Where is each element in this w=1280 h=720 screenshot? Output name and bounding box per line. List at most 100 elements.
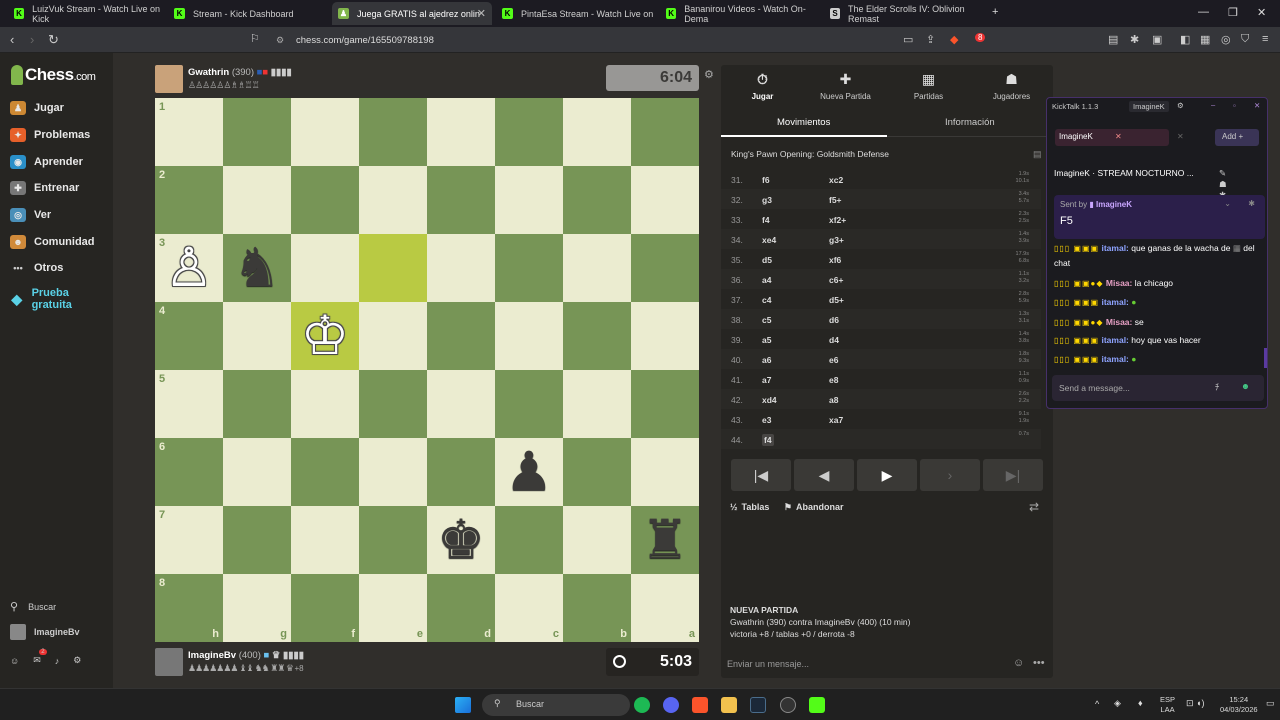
avatar[interactable] xyxy=(155,65,183,93)
steam-icon[interactable] xyxy=(750,697,766,713)
brave-shield-icon[interactable]: ◆ xyxy=(950,33,958,46)
sidebar-item-aprender[interactable]: ◉ Aprender xyxy=(10,155,83,169)
board-square[interactable] xyxy=(631,98,699,166)
avatar[interactable] xyxy=(155,648,183,676)
board-square[interactable] xyxy=(291,506,359,574)
board-square[interactable] xyxy=(359,370,427,438)
black-move[interactable]: a8 xyxy=(829,395,838,405)
board-square[interactable]: b xyxy=(563,574,631,642)
player-name[interactable]: ImagineBv xyxy=(188,650,236,661)
sidebar-toggle-icon[interactable]: ◧ xyxy=(1180,33,1190,46)
black-move[interactable]: xa7 xyxy=(829,415,843,425)
board-square[interactable] xyxy=(495,302,563,370)
white-move[interactable]: f4 xyxy=(762,215,770,225)
extension-icon[interactable]: ▤ xyxy=(1108,33,1118,46)
flip-board-icon[interactable]: ⇄ xyxy=(1029,500,1039,514)
clock[interactable]: 15:24 04/03/2026 xyxy=(1220,695,1258,715)
maximize-icon[interactable]: ❐ xyxy=(1228,6,1238,19)
vpn-icon[interactable]: ◎ xyxy=(1221,33,1231,46)
board-square[interactable]: ♞ xyxy=(223,234,291,302)
browser-tab-active[interactable]: ♟ Juega GRATIS al ajedrez onlin ✕ xyxy=(332,2,492,25)
sidebar-item-entrenar[interactable]: ✚ Entrenar xyxy=(10,181,79,195)
black-move[interactable]: e6 xyxy=(829,355,838,365)
board-square[interactable] xyxy=(223,166,291,234)
tab-informacion[interactable]: Información xyxy=(945,117,995,128)
tab-jugar[interactable]: ⏱ Jugar xyxy=(721,71,804,101)
screenshot-icon[interactable]: ▭ xyxy=(903,33,913,46)
black-move[interactable]: e8 xyxy=(829,375,838,385)
site-info-icon[interactable]: ⚙ xyxy=(276,35,284,46)
previous-move-button[interactable]: ◀ xyxy=(794,459,854,491)
black-move[interactable]: d5+ xyxy=(829,295,844,305)
board-square[interactable]: c xyxy=(495,574,563,642)
board-square[interactable]: 6 xyxy=(155,438,223,506)
board-square[interactable] xyxy=(495,506,563,574)
sidebar-item-otros[interactable]: ••• Otros xyxy=(10,261,63,275)
tray-apps-icon[interactable]: ◈ xyxy=(1114,698,1121,708)
close-tab-icon[interactable]: ✕ xyxy=(1115,132,1122,141)
board-square[interactable]: ♟ xyxy=(495,438,563,506)
board-square[interactable] xyxy=(427,438,495,506)
white-move[interactable]: f4 xyxy=(762,434,774,446)
mic-icon[interactable]: ♦ xyxy=(1138,698,1143,708)
reload-icon[interactable]: ↻ xyxy=(48,32,59,48)
close-tab-icon[interactable]: ✕ xyxy=(477,7,486,20)
profile-button[interactable]: ImagineK xyxy=(1129,101,1169,112)
chess-logo[interactable]: Chess .com xyxy=(11,65,96,85)
white-move[interactable]: a4 xyxy=(762,275,771,285)
windows-start-icon[interactable] xyxy=(455,697,471,713)
white-move[interactable]: xe4 xyxy=(762,235,776,245)
emoji-icon[interactable]: ☻ xyxy=(1241,381,1250,391)
emoji-icon[interactable]: ☺ xyxy=(1013,657,1024,669)
board-square[interactable] xyxy=(427,166,495,234)
board-square[interactable] xyxy=(223,370,291,438)
board-square[interactable]: 8h xyxy=(155,574,223,642)
board-square[interactable] xyxy=(631,166,699,234)
board-square[interactable] xyxy=(427,302,495,370)
board-square[interactable]: ♜ xyxy=(631,506,699,574)
board-square[interactable]: a xyxy=(631,574,699,642)
black-pawn-icon[interactable]: ♟ xyxy=(505,445,553,499)
board-square[interactable] xyxy=(223,98,291,166)
next-move-button[interactable]: ▶ xyxy=(857,459,917,491)
board-square[interactable] xyxy=(427,234,495,302)
browser-tab[interactable]: K PintaEsa Stream - Watch Live on xyxy=(496,2,656,25)
sidebar-item-problemas[interactable]: ✦ Problemas xyxy=(10,128,90,142)
board-square[interactable] xyxy=(631,302,699,370)
board-square[interactable]: 7 xyxy=(155,506,223,574)
chevron-down-icon[interactable]: ⌄ xyxy=(1224,199,1231,208)
maximize-icon[interactable]: ▫ xyxy=(1233,101,1236,110)
bookmark-icon[interactable]: ⚐ xyxy=(250,32,260,45)
browser-tab[interactable]: K Bananirou Videos - Watch On-Dema xyxy=(660,2,820,25)
chess-board[interactable]: 1 2 3 ♙ ♞ 4 ♔ 5 6 ♟ 7 ♚ ♜ 8 h g f e d c b a xyxy=(155,98,699,642)
white-king-icon[interactable]: ♔ xyxy=(301,309,349,363)
black-move[interactable]: d6 xyxy=(829,315,839,325)
board-square[interactable] xyxy=(631,438,699,506)
tab-movimientos[interactable]: Movimientos xyxy=(777,117,830,128)
board-square[interactable] xyxy=(359,234,427,302)
last-move-button[interactable]: ▶| xyxy=(983,459,1043,491)
bell-icon[interactable]: ♪ xyxy=(55,656,60,666)
tab-partidas[interactable]: ▦ Partidas xyxy=(887,71,970,101)
minimize-icon[interactable]: – xyxy=(1211,100,1215,109)
sidebar-item-jugar[interactable]: ♟ Jugar xyxy=(10,101,64,115)
folder-icon[interactable] xyxy=(721,697,737,713)
forward-icon[interactable]: › xyxy=(30,32,34,47)
black-move[interactable]: g3+ xyxy=(829,235,844,245)
unpin-icon[interactable]: ✱ xyxy=(1248,199,1255,208)
board-square[interactable]: g xyxy=(223,574,291,642)
board-square[interactable] xyxy=(291,370,359,438)
board-square[interactable] xyxy=(223,438,291,506)
language-indicator[interactable]: ESP LAA xyxy=(1160,695,1175,715)
board-square[interactable]: 3 ♙ xyxy=(155,234,223,302)
black-move[interactable]: c6+ xyxy=(829,275,843,285)
network-icon[interactable]: ⊡ ◖) xyxy=(1186,698,1204,708)
resign-button[interactable]: ⚑ Abandonar xyxy=(784,502,844,512)
white-move[interactable]: d5 xyxy=(762,255,772,265)
spotify-icon[interactable] xyxy=(634,697,650,713)
back-icon[interactable]: ‹ xyxy=(10,32,14,47)
chat-input[interactable]: Enviar un mensaje... ☺ ••• xyxy=(721,654,1053,676)
board-square[interactable] xyxy=(223,302,291,370)
sidebar-search[interactable]: ⚲ Buscar xyxy=(10,600,56,613)
white-move[interactable]: c5 xyxy=(762,315,771,325)
